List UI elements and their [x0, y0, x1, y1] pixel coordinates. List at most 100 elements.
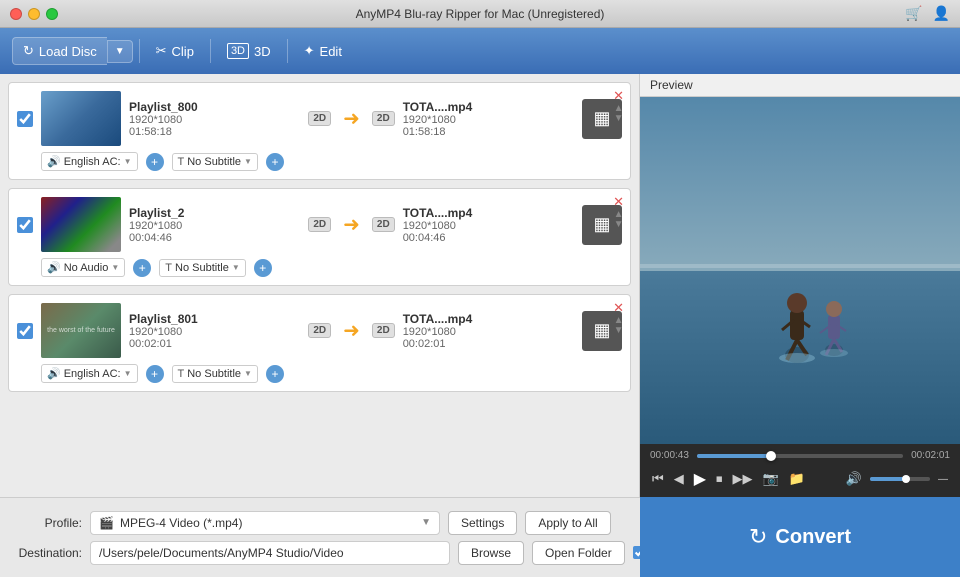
- play-button[interactable]: ▶: [692, 467, 708, 491]
- list-item: Playlist_800 1920*1080 01:58:18 2D ➜ 2D …: [8, 82, 631, 180]
- add-subtitle-btn-2[interactable]: +: [254, 259, 272, 277]
- settings-button[interactable]: Settings: [448, 511, 517, 535]
- preview-figures: [752, 255, 872, 375]
- volume-icon[interactable]: 🔊: [844, 469, 864, 489]
- volume-thumb[interactable]: [902, 475, 910, 483]
- load-disc-label: Load Disc: [39, 44, 97, 59]
- output-dur-3: 00:02:01: [403, 338, 574, 350]
- output-res-2: 1920*1080: [403, 220, 574, 232]
- close-button[interactable]: [10, 8, 22, 20]
- progress-thumb[interactable]: [766, 451, 776, 461]
- cart-icon[interactable]: 🛒: [905, 5, 922, 22]
- progress-bar-container: 00:00:43 00:02:01: [650, 450, 950, 461]
- audio-select-3[interactable]: 🔊 English AC: ▼: [41, 364, 138, 383]
- toolbar: ↻ Load Disc ▼ ✂ Clip 3D 3D ✦ Edit: [0, 28, 960, 74]
- audio-value-1: English AC:: [64, 156, 121, 168]
- edit-button[interactable]: ✦ Edit: [294, 38, 352, 64]
- clip-button[interactable]: ✂ Clip: [146, 38, 204, 64]
- add-audio-btn-1[interactable]: +: [146, 153, 164, 171]
- convert-section[interactable]: ↻ Convert: [640, 497, 960, 577]
- audio-select-2[interactable]: 🔊 No Audio ▼: [41, 258, 125, 277]
- skip-start-button[interactable]: ⏮: [650, 469, 666, 489]
- user-icon[interactable]: 👤: [933, 5, 950, 22]
- separator-3: [287, 39, 288, 63]
- folder-button[interactable]: 📁: [787, 469, 807, 489]
- maximize-button[interactable]: [46, 8, 58, 20]
- prev-frame-button[interactable]: ◀: [672, 469, 686, 489]
- item-close-2[interactable]: ✕: [613, 195, 624, 208]
- subtitle-select-1[interactable]: T No Subtitle ▼: [172, 153, 258, 171]
- audio-dropdown-arrow-2: ▼: [111, 263, 119, 272]
- item-row-2b: 🔊 No Audio ▼ + T No Subtitle ▼ +: [17, 258, 622, 277]
- item-checkbox-2[interactable]: [17, 217, 33, 233]
- bottom-section: Profile: 🎬 MPEG-4 Video (*.mp4) ▼ Settin…: [0, 497, 960, 577]
- item-thumbnail-3: the worst of the future: [41, 303, 121, 358]
- add-subtitle-btn-1[interactable]: +: [266, 153, 284, 171]
- item-close-1[interactable]: ✕: [613, 89, 624, 102]
- load-disc-group: ↻ Load Disc ▼: [12, 37, 133, 65]
- volume-max-icon[interactable]: —: [936, 472, 950, 487]
- item-close-3[interactable]: ✕: [613, 301, 624, 314]
- subtitle-select-2[interactable]: T No Subtitle ▼: [159, 259, 245, 277]
- clip-label: Clip: [172, 44, 194, 59]
- app-title: AnyMP4 Blu-ray Ripper for Mac (Unregiste…: [356, 7, 605, 21]
- item-name-3: Playlist_801: [129, 312, 300, 326]
- screenshot-button[interactable]: 📷: [761, 469, 781, 489]
- browse-button[interactable]: Browse: [458, 541, 524, 565]
- item-arrows-3[interactable]: ▲ ▼: [613, 316, 624, 336]
- edit-icon: ✦: [304, 43, 315, 59]
- separator-1: [139, 39, 140, 63]
- next-frame-button[interactable]: ▶▶: [731, 469, 755, 489]
- audio-select-1[interactable]: 🔊 English AC: ▼: [41, 152, 138, 171]
- item-checkbox-3[interactable]: [17, 323, 33, 339]
- profile-value: MPEG-4 Video (*.mp4): [120, 516, 415, 530]
- item-dur-2: 00:04:46: [129, 232, 300, 244]
- item-arrows-1[interactable]: ▲ ▼: [613, 104, 624, 124]
- subtitle-select-3[interactable]: T No Subtitle ▼: [172, 365, 258, 383]
- traffic-lights: [10, 8, 58, 20]
- subtitle-value-3: No Subtitle: [187, 368, 241, 380]
- sky-bg: [640, 97, 960, 271]
- subtitle-icon-1: T: [178, 156, 185, 168]
- 3d-button[interactable]: 3D 3D: [217, 38, 281, 64]
- convert-icon: ↻: [749, 524, 767, 550]
- add-audio-btn-3[interactable]: +: [146, 365, 164, 383]
- item-thumbnail-1: [41, 91, 121, 146]
- output-info-1: TOTA....mp4 1920*1080 01:58:18: [403, 100, 574, 138]
- open-folder-button[interactable]: Open Folder: [532, 541, 625, 565]
- volume-fill: [870, 477, 906, 481]
- item-res-1: 1920*1080: [129, 114, 300, 126]
- profile-select[interactable]: 🎬 MPEG-4 Video (*.mp4) ▼: [90, 511, 440, 535]
- audio-value-2: No Audio: [64, 262, 109, 274]
- add-audio-btn-2[interactable]: +: [133, 259, 151, 277]
- load-disc-dropdown[interactable]: ▼: [107, 40, 133, 63]
- output-info-3: TOTA....mp4 1920*1080 00:02:01: [403, 312, 574, 350]
- badge-2d-out-2: 2D: [372, 217, 395, 232]
- convert-button[interactable]: Convert: [775, 526, 851, 549]
- stop-button[interactable]: ⏹: [714, 469, 725, 489]
- current-time: 00:00:43: [650, 450, 689, 461]
- audio-icon-1: 🔊: [47, 155, 61, 168]
- minimize-button[interactable]: [28, 8, 40, 20]
- disc-icon: ↻: [23, 43, 34, 59]
- badge-2d-2: 2D: [308, 217, 331, 232]
- destination-input[interactable]: [90, 541, 450, 565]
- item-checkbox-1[interactable]: [17, 111, 33, 127]
- apply-all-button[interactable]: Apply to All: [525, 511, 610, 535]
- destination-label: Destination:: [12, 546, 82, 560]
- item-row-1: Playlist_800 1920*1080 01:58:18 2D ➜ 2D …: [17, 91, 622, 146]
- preview-panel: Preview: [640, 74, 960, 497]
- volume-track[interactable]: [870, 477, 930, 481]
- item-info-2: Playlist_2 1920*1080 00:04:46: [129, 206, 300, 244]
- add-subtitle-btn-3[interactable]: +: [266, 365, 284, 383]
- item-dur-1: 01:58:18: [129, 126, 300, 138]
- item-arrows-2[interactable]: ▲ ▼: [613, 210, 624, 230]
- progress-track[interactable]: [697, 454, 903, 458]
- title-bar: AnyMP4 Blu-ray Ripper for Mac (Unregiste…: [0, 0, 960, 28]
- item-dur-3: 00:02:01: [129, 338, 300, 350]
- item-row-1: Playlist_2 1920*1080 00:04:46 2D ➜ 2D TO…: [17, 197, 622, 252]
- title-icons: 🛒 👤: [905, 5, 950, 22]
- main-content: Playlist_800 1920*1080 01:58:18 2D ➜ 2D …: [0, 74, 960, 497]
- load-disc-button[interactable]: ↻ Load Disc: [12, 37, 107, 65]
- subtitle-dropdown-arrow-2: ▼: [232, 263, 240, 272]
